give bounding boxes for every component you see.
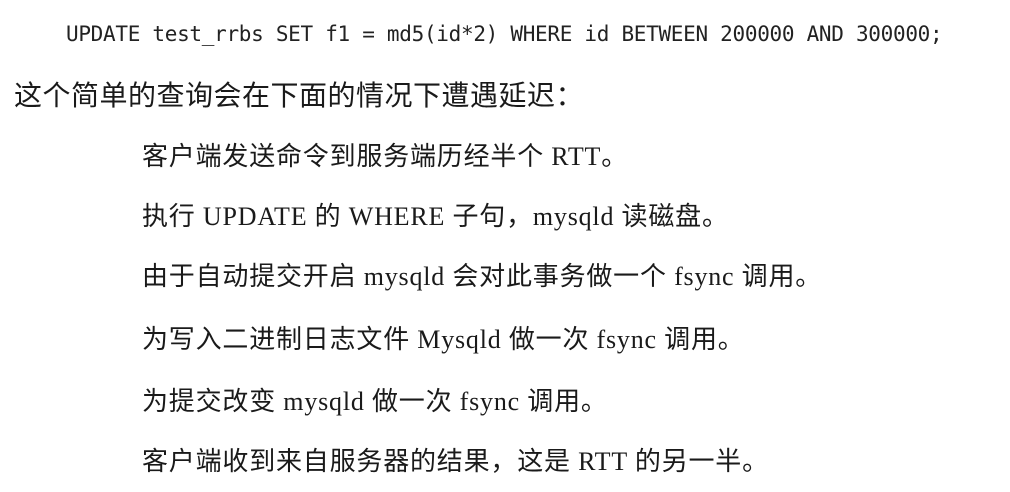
sql-code-line: UPDATE test_rrbs SET f1 = md5(id*2) WHER… <box>66 22 943 46</box>
document-page: UPDATE test_rrbs SET f1 = md5(id*2) WHER… <box>0 0 1010 492</box>
intro-paragraph: 这个简单的查询会在下面的情况下遭遇延迟： <box>14 79 585 112</box>
list-item: 由于自动提交开启 mysqld 会对此事务做一个 fsync 调用。 <box>142 262 823 291</box>
list-item: 客户端收到来自服务器的结果，这是 RTT 的另一半。 <box>142 447 769 476</box>
list-item: 客户端发送命令到服务端历经半个 RTT。 <box>142 142 629 171</box>
list-item: 执行 UPDATE 的 WHERE 子句，mysqld 读磁盘。 <box>142 202 729 231</box>
list-item: 为写入二进制日志文件 Mysqld 做一次 fsync 调用。 <box>142 325 745 354</box>
list-item: 为提交改变 mysqld 做一次 fsync 调用。 <box>142 387 608 416</box>
